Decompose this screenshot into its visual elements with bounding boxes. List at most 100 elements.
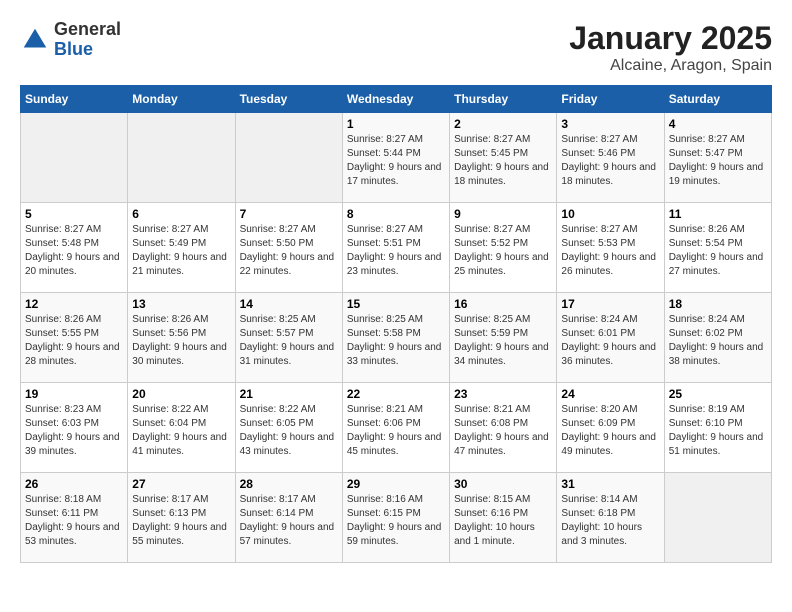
calendar-cell: 23 Sunrise: 8:21 AM Sunset: 6:08 PM Dayli…	[450, 383, 557, 473]
day-info: Sunrise: 8:27 AM Sunset: 5:49 PM Dayligh…	[132, 223, 230, 279]
day-number: 27	[132, 477, 230, 491]
day-info: Sunrise: 8:21 AM Sunset: 6:06 PM Dayligh…	[347, 403, 445, 459]
calendar-cell: 7 Sunrise: 8:27 AM Sunset: 5:50 PM Daylig…	[235, 203, 342, 293]
day-info: Sunrise: 8:19 AM Sunset: 6:10 PM Dayligh…	[669, 403, 767, 459]
column-header-tuesday: Tuesday	[235, 86, 342, 113]
day-number: 4	[669, 117, 767, 131]
calendar-cell: 21 Sunrise: 8:22 AM Sunset: 6:05 PM Dayli…	[235, 383, 342, 473]
calendar-cell: 2 Sunrise: 8:27 AM Sunset: 5:45 PM Daylig…	[450, 113, 557, 203]
calendar-cell: 6 Sunrise: 8:27 AM Sunset: 5:49 PM Daylig…	[128, 203, 235, 293]
calendar-cell: 5 Sunrise: 8:27 AM Sunset: 5:48 PM Daylig…	[21, 203, 128, 293]
calendar-cell: 25 Sunrise: 8:19 AM Sunset: 6:10 PM Dayli…	[664, 383, 771, 473]
calendar-week-row: 1Sunrise: 8:27 AM Sunset: 5:44 PM Daylig…	[21, 113, 772, 203]
calendar-cell	[235, 113, 342, 203]
day-info: Sunrise: 8:27 AM Sunset: 5:47 PM Dayligh…	[669, 133, 767, 189]
day-info: Sunrise: 8:22 AM Sunset: 6:04 PM Dayligh…	[132, 403, 230, 459]
day-number: 23	[454, 387, 552, 401]
day-number: 13	[132, 297, 230, 311]
day-info: Sunrise: 8:27 AM Sunset: 5:46 PM Dayligh…	[561, 133, 659, 189]
day-info: Sunrise: 8:24 AM Sunset: 6:02 PM Dayligh…	[669, 313, 767, 369]
calendar-cell: 22 Sunrise: 8:21 AM Sunset: 6:06 PM Dayli…	[342, 383, 449, 473]
day-info: Sunrise: 8:27 AM Sunset: 5:48 PM Dayligh…	[25, 223, 123, 279]
day-number: 30	[454, 477, 552, 491]
day-info: Sunrise: 8:25 AM Sunset: 5:58 PM Dayligh…	[347, 313, 445, 369]
day-info: Sunrise: 8:25 AM Sunset: 5:57 PM Dayligh…	[240, 313, 338, 369]
calendar-cell: 17Sunrise: 8:24 AM Sunset: 6:01 PM Dayli…	[557, 293, 664, 383]
calendar-cell: 27 Sunrise: 8:17 AM Sunset: 6:13 PM Dayli…	[128, 473, 235, 563]
day-number: 20	[132, 387, 230, 401]
day-info: Sunrise: 8:26 AM Sunset: 5:55 PM Dayligh…	[25, 313, 123, 369]
calendar-cell: 8Sunrise: 8:27 AM Sunset: 5:51 PM Daylig…	[342, 203, 449, 293]
calendar-cell: 9 Sunrise: 8:27 AM Sunset: 5:52 PM Daylig…	[450, 203, 557, 293]
day-number: 3	[561, 117, 659, 131]
calendar-cell: 29 Sunrise: 8:16 AM Sunset: 6:15 PM Dayli…	[342, 473, 449, 563]
calendar-cell: 18 Sunrise: 8:24 AM Sunset: 6:02 PM Dayli…	[664, 293, 771, 383]
column-header-thursday: Thursday	[450, 86, 557, 113]
day-number: 21	[240, 387, 338, 401]
day-number: 29	[347, 477, 445, 491]
day-number: 12	[25, 297, 123, 311]
column-header-saturday: Saturday	[664, 86, 771, 113]
calendar-cell: 3 Sunrise: 8:27 AM Sunset: 5:46 PM Daylig…	[557, 113, 664, 203]
day-number: 9	[454, 207, 552, 221]
day-info: Sunrise: 8:17 AM Sunset: 6:13 PM Dayligh…	[132, 493, 230, 549]
day-number: 5	[25, 207, 123, 221]
day-number: 18	[669, 297, 767, 311]
day-info: Sunrise: 8:27 AM Sunset: 5:50 PM Dayligh…	[240, 223, 338, 279]
calendar-cell: 4 Sunrise: 8:27 AM Sunset: 5:47 PM Daylig…	[664, 113, 771, 203]
calendar-title: January 2025	[569, 20, 772, 57]
day-info: Sunrise: 8:27 AM Sunset: 5:44 PM Dayligh…	[347, 133, 445, 189]
day-info: Sunrise: 8:21 AM Sunset: 6:08 PM Dayligh…	[454, 403, 552, 459]
day-info: Sunrise: 8:27 AM Sunset: 5:52 PM Dayligh…	[454, 223, 552, 279]
day-number: 8	[347, 207, 445, 221]
day-number: 19	[25, 387, 123, 401]
logo-icon	[20, 25, 50, 55]
day-info: Sunrise: 8:14 AM Sunset: 6:18 PM Dayligh…	[561, 493, 659, 549]
calendar-cell: 20 Sunrise: 8:22 AM Sunset: 6:04 PM Dayli…	[128, 383, 235, 473]
calendar-header-row: SundayMondayTuesdayWednesdayThursdayFrid…	[21, 86, 772, 113]
logo-blue: Blue	[54, 40, 121, 60]
day-number: 16	[454, 297, 552, 311]
day-info: Sunrise: 8:25 AM Sunset: 5:59 PM Dayligh…	[454, 313, 552, 369]
day-info: Sunrise: 8:16 AM Sunset: 6:15 PM Dayligh…	[347, 493, 445, 549]
day-info: Sunrise: 8:22 AM Sunset: 6:05 PM Dayligh…	[240, 403, 338, 459]
calendar-cell: 15 Sunrise: 8:25 AM Sunset: 5:58 PM Dayli…	[342, 293, 449, 383]
logo-text: General Blue	[54, 20, 121, 60]
day-number: 22	[347, 387, 445, 401]
calendar-week-row: 26Sunrise: 8:18 AM Sunset: 6:11 PM Dayli…	[21, 473, 772, 563]
calendar-week-row: 5 Sunrise: 8:27 AM Sunset: 5:48 PM Daylig…	[21, 203, 772, 293]
calendar-cell: 10Sunrise: 8:27 AM Sunset: 5:53 PM Dayli…	[557, 203, 664, 293]
calendar-cell	[664, 473, 771, 563]
day-number: 26	[25, 477, 123, 491]
calendar-subtitle: Alcaine, Aragon, Spain	[569, 57, 772, 75]
day-number: 6	[132, 207, 230, 221]
calendar-cell	[128, 113, 235, 203]
calendar-cell: 26Sunrise: 8:18 AM Sunset: 6:11 PM Dayli…	[21, 473, 128, 563]
calendar-cell: 30 Sunrise: 8:15 AM Sunset: 6:16 PM Dayli…	[450, 473, 557, 563]
column-header-wednesday: Wednesday	[342, 86, 449, 113]
day-info: Sunrise: 8:26 AM Sunset: 5:56 PM Dayligh…	[132, 313, 230, 369]
calendar-cell: 19Sunrise: 8:23 AM Sunset: 6:03 PM Dayli…	[21, 383, 128, 473]
calendar-cell: 24Sunrise: 8:20 AM Sunset: 6:09 PM Dayli…	[557, 383, 664, 473]
day-info: Sunrise: 8:27 AM Sunset: 5:53 PM Dayligh…	[561, 223, 659, 279]
title-block: January 2025 Alcaine, Aragon, Spain	[569, 20, 772, 75]
calendar-table: SundayMondayTuesdayWednesdayThursdayFrid…	[20, 85, 772, 563]
calendar-cell: 11Sunrise: 8:26 AM Sunset: 5:54 PM Dayli…	[664, 203, 771, 293]
day-info: Sunrise: 8:26 AM Sunset: 5:54 PM Dayligh…	[669, 223, 767, 279]
day-number: 15	[347, 297, 445, 311]
day-number: 7	[240, 207, 338, 221]
logo-general: General	[54, 20, 121, 40]
calendar-cell: 14Sunrise: 8:25 AM Sunset: 5:57 PM Dayli…	[235, 293, 342, 383]
column-header-friday: Friday	[557, 86, 664, 113]
day-number: 2	[454, 117, 552, 131]
page-header: General Blue January 2025 Alcaine, Arago…	[20, 20, 772, 75]
day-number: 28	[240, 477, 338, 491]
day-number: 25	[669, 387, 767, 401]
day-info: Sunrise: 8:15 AM Sunset: 6:16 PM Dayligh…	[454, 493, 552, 549]
calendar-cell: 31Sunrise: 8:14 AM Sunset: 6:18 PM Dayli…	[557, 473, 664, 563]
calendar-cell: 16 Sunrise: 8:25 AM Sunset: 5:59 PM Dayli…	[450, 293, 557, 383]
column-header-monday: Monday	[128, 86, 235, 113]
calendar-cell	[21, 113, 128, 203]
day-info: Sunrise: 8:27 AM Sunset: 5:45 PM Dayligh…	[454, 133, 552, 189]
day-info: Sunrise: 8:17 AM Sunset: 6:14 PM Dayligh…	[240, 493, 338, 549]
